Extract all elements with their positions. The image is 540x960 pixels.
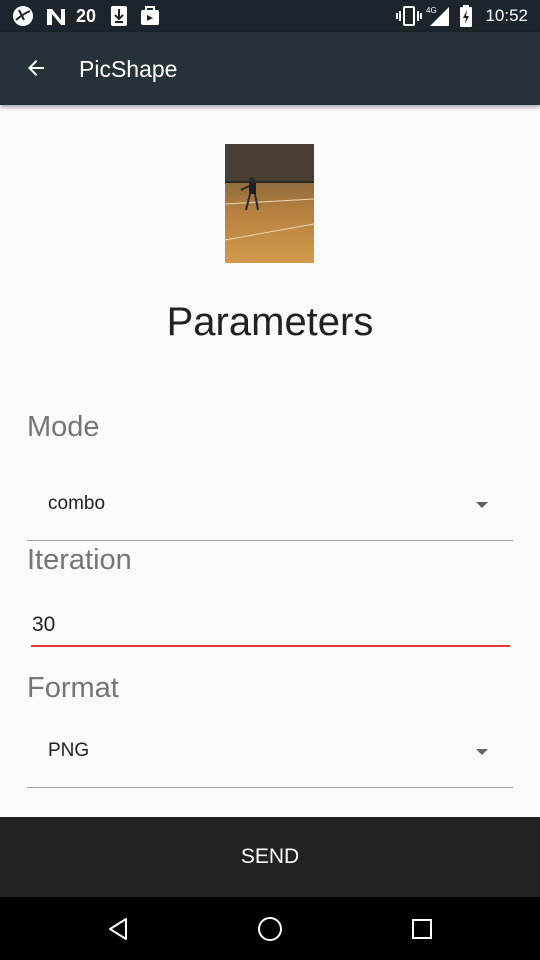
sport-icon (13, 6, 33, 26)
nav-back-button[interactable] (96, 907, 140, 951)
nav-home-icon (258, 917, 282, 941)
svg-text:4G: 4G (426, 6, 437, 15)
20-minutes-icon: 20 (76, 6, 97, 26)
mode-select-value: combo (48, 493, 106, 514)
dropdown-arrow-icon (476, 502, 488, 508)
iteration-label: Iteration (27, 544, 132, 576)
nav-back-icon (109, 918, 127, 940)
nav-recents-icon (412, 919, 432, 939)
mode-select[interactable]: combo (27, 474, 513, 541)
app-title: PicShape (79, 56, 178, 82)
format-select-value: PNG (48, 740, 90, 761)
store-icon (141, 6, 159, 25)
mode-label: Mode (27, 411, 100, 443)
nav-home-button[interactable] (248, 907, 292, 951)
format-label: Format (27, 672, 119, 704)
nav-recents-button[interactable] (400, 907, 444, 951)
iteration-input[interactable] (31, 605, 510, 647)
battery-charging-icon (460, 5, 472, 27)
vibrate-icon (396, 6, 422, 26)
signal-4g-icon: 4G (426, 6, 449, 26)
app-bar: PicShape (0, 32, 540, 105)
clock: 10:52 (485, 6, 528, 25)
send-button[interactable]: SEND (0, 817, 540, 897)
arrow-back-icon (28, 60, 44, 76)
download-icon (111, 6, 127, 26)
navigation-bar (0, 897, 540, 960)
selected-photo-thumbnail (225, 144, 314, 263)
format-select[interactable]: PNG (27, 721, 513, 788)
status-bar: 20 4G 10:52 (0, 0, 540, 32)
back-button[interactable] (14, 46, 58, 90)
page-heading: Parameters (166, 300, 374, 344)
dropdown-arrow-icon (476, 749, 488, 755)
n-icon (47, 9, 65, 25)
